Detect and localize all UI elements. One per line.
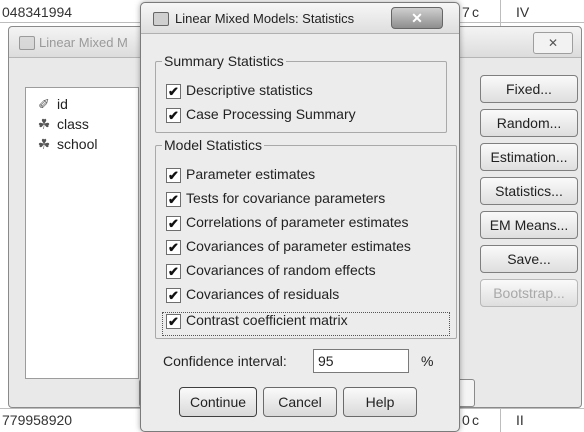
- save-button[interactable]: Save...: [480, 245, 578, 273]
- continue-button[interactable]: Continue: [179, 387, 257, 417]
- variable-item-school[interactable]: ☘ school: [36, 136, 98, 153]
- sheet-cell[interactable]: 0: [462, 412, 470, 428]
- sheet-gridline: [500, 405, 501, 432]
- back-dialog-close-button[interactable]: ✕: [533, 32, 573, 54]
- model-statistics-legend: Model Statistics: [162, 137, 265, 153]
- statistics-dialog-title: Linear Mixed Models: Statistics: [175, 11, 355, 26]
- sheet-cell[interactable]: c: [472, 412, 479, 428]
- help-button[interactable]: Help: [343, 387, 417, 417]
- bootstrap-button: Bootstrap...: [480, 279, 578, 307]
- nominal-icon: ☘: [37, 136, 51, 152]
- checkmark-icon[interactable]: ✔: [166, 314, 181, 329]
- checkmark-icon[interactable]: ✔: [166, 168, 181, 183]
- random-button[interactable]: Random...: [480, 109, 578, 137]
- statistics-dialog-close-button[interactable]: ✕: [391, 7, 443, 29]
- checkbox-label: Tests for covariance parameters: [186, 190, 386, 206]
- statistics-dialog-titlebar[interactable]: Linear Mixed Models: Statistics ✕: [141, 3, 459, 34]
- sheet-cell[interactable]: 048341994: [2, 4, 72, 20]
- percent-label: %: [421, 353, 434, 369]
- nominal-icon: ☘: [37, 116, 51, 132]
- sheet-gridline: [500, 0, 501, 26]
- fixed-button[interactable]: Fixed...: [480, 75, 578, 103]
- statistics-dialog: Linear Mixed Models: Statistics ✕ Summar…: [140, 2, 460, 432]
- ruler-icon: ✐: [38, 96, 50, 112]
- checkbox-label: Covariances of parameter estimates: [186, 238, 411, 254]
- checkbox-label: Correlations of parameter estimates: [186, 214, 409, 230]
- cancel-button[interactable]: Cancel: [263, 387, 337, 417]
- variable-label: class: [57, 116, 89, 132]
- summary-statistics-group: Summary Statistics ✔ Descriptive statist…: [155, 53, 447, 133]
- sheet-cell[interactable]: II: [516, 412, 524, 428]
- checkmark-icon[interactable]: ✔: [166, 264, 181, 279]
- checkbox-label: Contrast coefficient matrix: [186, 312, 348, 328]
- estimation-button[interactable]: Estimation...: [480, 143, 578, 171]
- checkbox-label: Covariances of residuals: [186, 286, 340, 302]
- confidence-interval-label: Confidence interval:: [163, 353, 287, 369]
- checkmark-icon[interactable]: ✔: [166, 288, 181, 303]
- checkmark-icon[interactable]: ✔: [166, 192, 181, 207]
- checkbox-label: Parameter estimates: [186, 166, 316, 182]
- checkbox-label: Covariances of random effects: [186, 262, 376, 278]
- em-means-button[interactable]: EM Means...: [480, 211, 578, 239]
- checkmark-icon[interactable]: ✔: [166, 84, 181, 99]
- variable-label: school: [57, 136, 98, 152]
- checkbox-label: Case Processing Summary: [186, 106, 356, 122]
- sheet-cell[interactable]: 7: [462, 4, 470, 20]
- model-statistics-group: Model Statistics ✔ Parameter estimates ✔…: [155, 137, 457, 339]
- checkmark-icon[interactable]: ✔: [166, 216, 181, 231]
- checkmark-icon[interactable]: ✔: [166, 240, 181, 255]
- app-icon: [153, 12, 169, 26]
- checkmark-icon[interactable]: ✔: [166, 108, 181, 123]
- summary-statistics-legend: Summary Statistics: [162, 53, 286, 69]
- app-icon: [19, 36, 35, 50]
- checkbox-label: Descriptive statistics: [186, 82, 313, 98]
- back-dialog-title: Linear Mixed M: [39, 35, 128, 50]
- variable-label: id: [57, 96, 68, 112]
- variable-item-id[interactable]: ✐ id: [36, 96, 68, 113]
- sheet-cell[interactable]: IV: [516, 4, 529, 20]
- variable-item-class[interactable]: ☘ class: [36, 116, 89, 133]
- sheet-cell[interactable]: 779958920: [2, 412, 72, 428]
- statistics-button[interactable]: Statistics...: [480, 177, 578, 205]
- sheet-cell[interactable]: c: [472, 4, 479, 20]
- confidence-interval-input[interactable]: [313, 349, 409, 373]
- variable-list[interactable]: ✐ id ☘ class ☘ school: [25, 87, 139, 379]
